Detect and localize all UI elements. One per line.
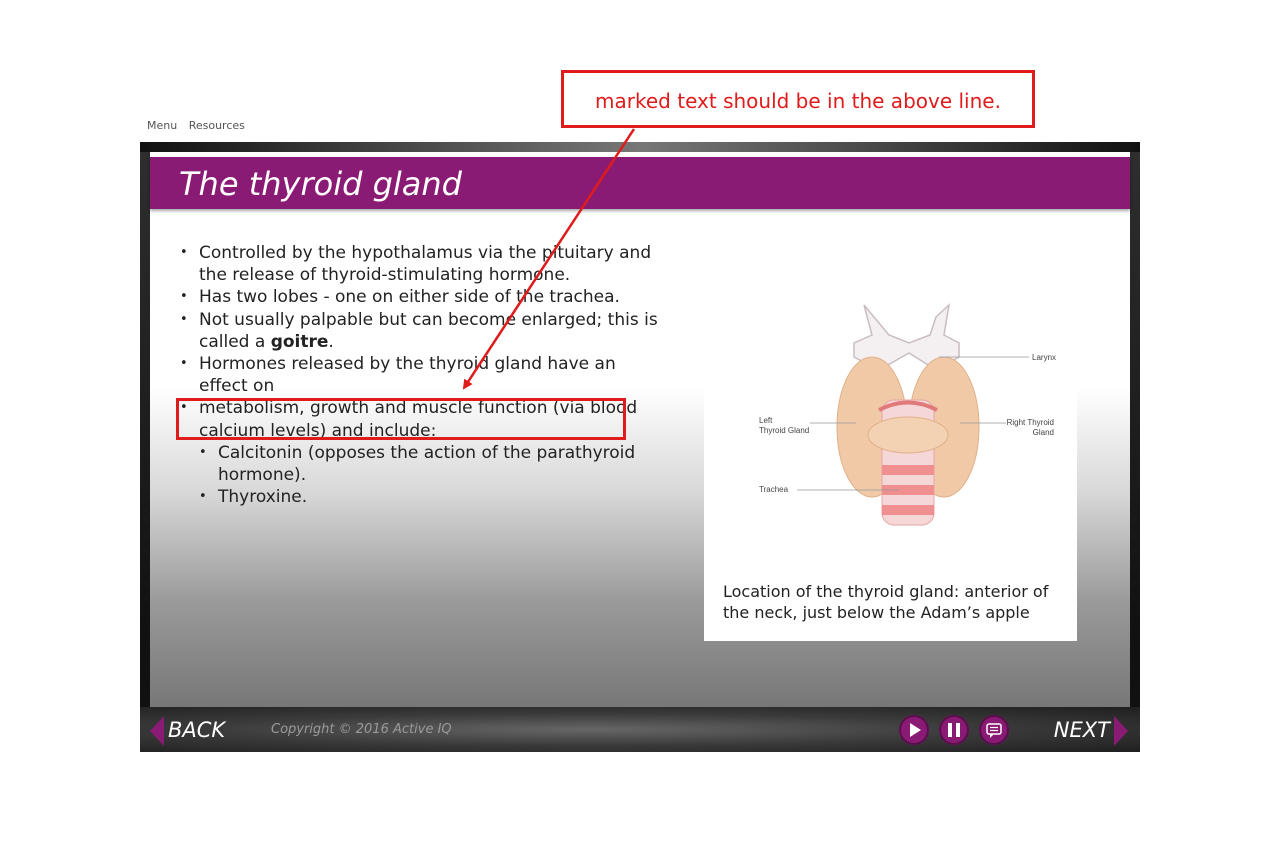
next-button[interactable]: NEXT (1054, 716, 1128, 746)
left-label-line2: Thyroid Gland (759, 426, 809, 435)
figure-caption: Location of the thyroid gland: anterior … (723, 582, 1049, 622)
player-bottom-bar: BACK Copyright © 2016 Active IQ NEXT (140, 707, 1140, 752)
back-arrow-icon (150, 716, 164, 746)
left-label-line1: Left (759, 416, 773, 425)
menu-link[interactable]: Menu (147, 119, 177, 132)
bullet-item: Controlled by the hypothalamus via the p… (180, 242, 660, 286)
thyroid-illustration: Larynx Left Thyroid Gland Right Thyroid … (759, 302, 1056, 526)
bullet-item: Not usually palpable but can become enla… (180, 309, 660, 353)
slide-title-bar: The thyroid gland (150, 157, 1130, 209)
top-nav: Menu Resources (147, 119, 253, 132)
copyright-text: Copyright © 2016 Active IQ (271, 722, 452, 737)
transcript-icon (986, 723, 1002, 738)
player-top-strip (140, 142, 1140, 152)
back-label: BACK (168, 718, 226, 742)
annotation-highlight-box (176, 398, 626, 440)
play-icon (910, 723, 921, 737)
thyroid-figure: Larynx Left Thyroid Gland Right Thyroid … (704, 295, 1077, 641)
pause-button[interactable] (939, 715, 969, 745)
course-player: The thyroid gland Controlled by the hypo… (140, 142, 1140, 752)
right-label-line1: Right Thyroid (1007, 418, 1054, 427)
bullet-item: Has two lobes - one on either side of th… (180, 286, 660, 308)
sub-bullet-item: Thyroxine. (199, 486, 660, 508)
back-button[interactable]: BACK (150, 716, 225, 746)
pause-icon (948, 723, 960, 737)
annotation-text: marked text should be in the above line. (595, 89, 1001, 113)
trachea-label: Trachea (759, 485, 789, 494)
slide-title: The thyroid gland (179, 165, 462, 203)
right-label-line2: Gland (1033, 428, 1054, 437)
bullet-item: Hormones released by the thyroid gland h… (180, 353, 660, 397)
resources-link[interactable]: Resources (189, 119, 245, 132)
sub-bullet-item: Calcitonin (opposes the action of the pa… (199, 442, 660, 486)
next-arrow-icon (1114, 716, 1128, 746)
play-button[interactable] (899, 715, 929, 745)
larynx-label: Larynx (1032, 353, 1056, 362)
next-label: NEXT (1053, 718, 1110, 742)
annotation-callout: marked text should be in the above line. (561, 70, 1035, 128)
goitre-term: goitre (270, 331, 329, 352)
transcript-button[interactable] (979, 715, 1009, 745)
bullet-list: Controlled by the hypothalamus via the p… (180, 242, 660, 509)
